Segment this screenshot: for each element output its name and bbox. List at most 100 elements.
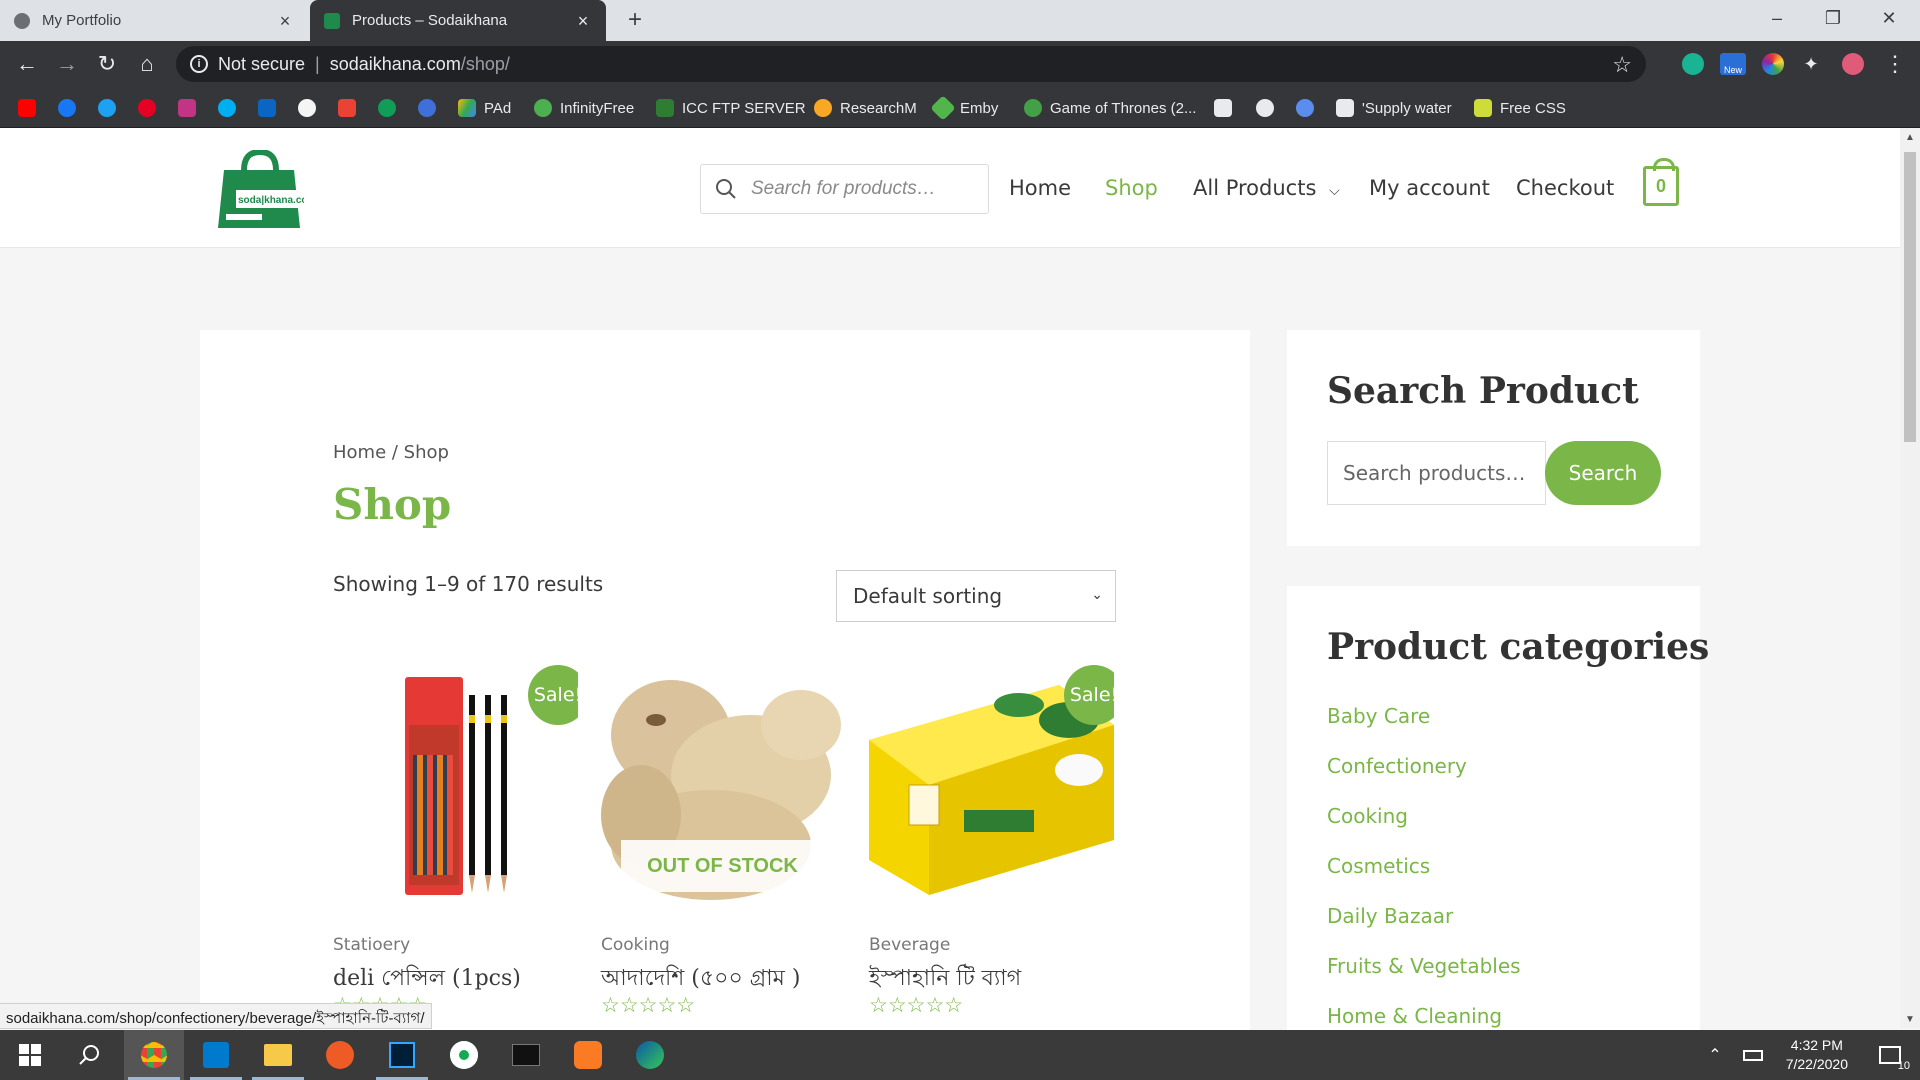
sodaikhana-logo[interactable]: soda|khana.com <box>214 148 316 230</box>
bookmark-pad[interactable]: PAd <box>458 97 511 119</box>
nav-home[interactable]: Home <box>1009 176 1071 200</box>
vscode-taskbar-icon[interactable] <box>186 1030 246 1080</box>
scroll-up-icon[interactable]: ▲ <box>1905 132 1915 143</box>
google-drive-icon <box>458 99 476 117</box>
instagram-icon[interactable] <box>178 97 204 119</box>
hangouts-icon[interactable] <box>378 97 404 119</box>
address-bar[interactable]: i Not secure | sodaikhana.com/shop/ ☆ <box>176 46 1646 82</box>
extensions-puzzle-icon[interactable]: ✦ <box>1800 53 1822 75</box>
close-tab-icon[interactable]: × <box>574 12 592 30</box>
notification-center-icon[interactable]: 10 <box>1860 1030 1920 1080</box>
mongodb-icon[interactable] <box>434 1030 494 1080</box>
category-link-confectionery[interactable]: Confectionery <box>1327 754 1467 778</box>
sort-select[interactable]: Default sorting ⌄ <box>836 570 1116 622</box>
bookmark-icc-ftp[interactable]: ICC FTP SERVER <box>656 97 806 119</box>
nav-all-products[interactable]: All Products ⌵ <box>1193 176 1340 200</box>
page-title: Shop <box>333 480 452 529</box>
category-link-fruits-vegetables[interactable]: Fruits & Vegetables <box>1327 954 1521 978</box>
scroll-down-icon[interactable]: ▼ <box>1905 1014 1915 1025</box>
product-card[interactable]: Sale! Beverage ইস্পাহানি টি ব্যাগ ☆☆☆☆☆ <box>869 665 1114 1017</box>
photoshop-icon[interactable] <box>372 1030 432 1080</box>
nav-checkout[interactable]: Checkout <box>1516 176 1614 200</box>
windows-start-icon[interactable] <box>0 1030 60 1080</box>
cart-button[interactable]: 0 <box>1643 158 1679 206</box>
chevron-up-icon[interactable]: ⌃ <box>1700 1030 1730 1080</box>
css-icon <box>1474 99 1492 117</box>
breadcrumb[interactable]: Home / Shop <box>333 442 449 463</box>
close-tab-icon[interactable]: × <box>276 12 294 30</box>
youtube-icon[interactable] <box>18 97 44 119</box>
profile-avatar[interactable] <box>1842 53 1864 75</box>
product-image-tea[interactable]: Sale! <box>869 665 1114 910</box>
search-icon[interactable] <box>60 1030 120 1080</box>
header-search-input[interactable]: Search for products… <box>700 164 989 214</box>
bookmark-researchm[interactable]: ResearchM <box>814 97 917 119</box>
home-icon[interactable]: ⌂ <box>134 51 160 77</box>
taskbar-clock[interactable]: 4:32 PM 7/22/2020 <box>1786 1036 1848 1074</box>
bookmark-emby[interactable]: Emby <box>930 95 998 121</box>
forward-icon[interactable]: → <box>54 51 80 77</box>
battery-icon[interactable] <box>1735 1030 1771 1080</box>
edge-icon[interactable] <box>620 1030 680 1080</box>
extension-news-icon[interactable]: New <box>1720 53 1746 75</box>
skype-icon[interactable] <box>218 97 244 119</box>
linkedin-icon[interactable] <box>258 97 284 119</box>
product-image-ginger[interactable]: OUT OF STOCK <box>601 665 846 910</box>
tab-my-portfolio[interactable]: My Portfolio × <box>0 0 308 41</box>
file-explorer-icon[interactable] <box>248 1030 308 1080</box>
product-category[interactable]: Statioery <box>333 935 410 955</box>
twitter-icon[interactable] <box>98 97 124 119</box>
bookmark-supply-water[interactable]: 'Supply water <box>1336 97 1452 119</box>
nav-shop[interactable]: Shop <box>1105 176 1158 200</box>
product-card[interactable]: Sale! Statioery deli পেন্সিল (1pcs) ☆☆☆☆… <box>333 665 578 1017</box>
reload-icon[interactable]: ↻ <box>94 51 120 77</box>
github-icon[interactable] <box>298 97 324 119</box>
bookmark-game-of-thrones[interactable]: Game of Thrones (2... <box>1024 97 1196 119</box>
restore-window-icon[interactable]: ❐ <box>1808 0 1858 38</box>
info-icon[interactable]: i <box>190 55 208 73</box>
facebook-icon[interactable] <box>58 97 84 119</box>
page-scrollbar[interactable]: ▲ ▼ <box>1900 128 1920 1028</box>
category-link-baby-care[interactable]: Baby Care <box>1327 704 1430 728</box>
widget-title: Search Product <box>1327 370 1639 412</box>
divider: | <box>315 53 320 74</box>
tab-products-sodaikhana[interactable]: Products – Sodaikhana × <box>310 0 606 41</box>
news-icon[interactable] <box>1214 97 1240 119</box>
search-button[interactable]: Search <box>1545 441 1661 505</box>
c-app-icon[interactable] <box>418 97 444 119</box>
extension-color-icon[interactable] <box>1762 53 1784 75</box>
nav-my-account[interactable]: My account <box>1369 176 1490 200</box>
bookmark-star-icon[interactable]: ☆ <box>1612 52 1632 78</box>
new-tab-button[interactable]: + <box>622 8 648 34</box>
product-category[interactable]: Beverage <box>869 935 950 955</box>
security-label: Not secure <box>218 53 306 74</box>
sodaikhana-favicon-icon <box>324 12 340 29</box>
close-window-icon[interactable]: ✕ <box>1864 0 1914 38</box>
category-link-home-cleaning[interactable]: Home & Cleaning <box>1327 1004 1502 1028</box>
gmail-icon[interactable] <box>338 97 364 119</box>
category-link-cooking[interactable]: Cooking <box>1327 804 1408 828</box>
bookmark-free-css[interactable]: Free CSS <box>1474 97 1566 119</box>
product-card[interactable]: OUT OF STOCK Cooking আদাদেশি (৫০০ গ্রাম … <box>601 665 846 1017</box>
pinterest-icon[interactable] <box>138 97 164 119</box>
scrollbar-thumb[interactable] <box>1904 152 1916 442</box>
infinity-icon <box>534 99 552 117</box>
minimize-window-icon[interactable]: – <box>1752 0 1802 38</box>
emby-icon <box>930 95 956 121</box>
infinity-link-icon[interactable] <box>1296 97 1322 119</box>
extension-m-icon[interactable] <box>1682 53 1704 75</box>
product-category[interactable]: Cooking <box>601 935 670 955</box>
terminal-icon[interactable] <box>496 1030 556 1080</box>
product-image-pencils[interactable]: Sale! <box>333 665 578 910</box>
category-link-daily-bazaar[interactable]: Daily Bazaar <box>1327 904 1453 928</box>
category-link-cosmetics[interactable]: Cosmetics <box>1327 854 1430 878</box>
postman-icon[interactable] <box>310 1030 370 1080</box>
back-icon[interactable]: ← <box>14 51 40 77</box>
s-app-icon[interactable] <box>1256 97 1282 119</box>
chrome-taskbar-icon[interactable] <box>124 1030 184 1080</box>
menu-kebab-icon[interactable]: ⋮ <box>1882 51 1908 77</box>
sidebar-search-input[interactable]: Search products… <box>1327 441 1546 505</box>
bookmark-infinityfree[interactable]: InfinityFree <box>534 97 634 119</box>
xampp-icon[interactable] <box>558 1030 618 1080</box>
chevron-down-icon: ⌄ <box>1091 587 1103 603</box>
